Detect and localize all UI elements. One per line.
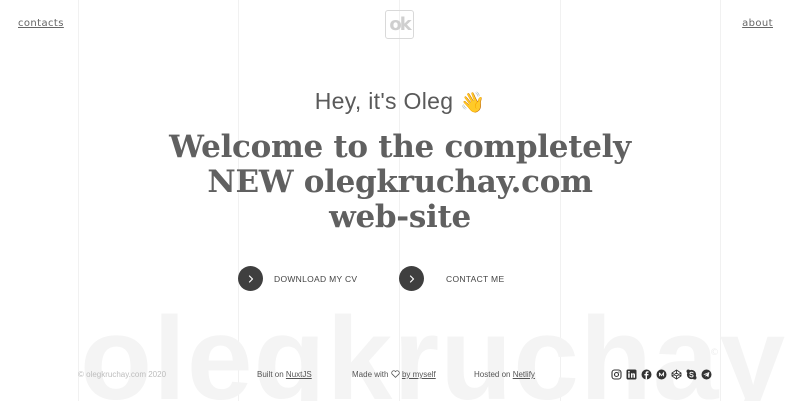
waving-hand-icon: 👋 bbox=[460, 92, 486, 114]
made-with-prefix: Made with bbox=[352, 370, 389, 379]
headline-line: NEW olegkruchay.com bbox=[207, 164, 593, 200]
hosted-on-prefix: Hosted on bbox=[474, 370, 511, 379]
download-cv-button[interactable]: DOWNLOAD MY CV bbox=[238, 266, 357, 291]
chevron-right-icon bbox=[238, 266, 263, 291]
codepen-icon[interactable] bbox=[671, 369, 682, 380]
heart-icon bbox=[391, 370, 400, 380]
facebook-icon[interactable] bbox=[641, 369, 652, 380]
copyright-text: © olegkruchay.com 2020 bbox=[78, 370, 167, 379]
greeting-text: Hey, it's Oleg bbox=[314, 88, 454, 114]
linkedin-icon[interactable] bbox=[626, 369, 637, 380]
by-myself-link[interactable]: by myself bbox=[402, 370, 436, 379]
netlify-link[interactable]: Netlify bbox=[513, 370, 535, 379]
watermark-text: olegkruchay bbox=[80, 293, 787, 401]
grid-line bbox=[78, 0, 79, 401]
built-on-prefix: Built on bbox=[257, 370, 284, 379]
chevron-right-icon bbox=[399, 266, 424, 291]
page-headline: Welcome to the completely NEW olegkrucha… bbox=[150, 130, 650, 235]
social-links bbox=[611, 369, 712, 380]
site-logo[interactable]: ok bbox=[385, 10, 414, 39]
built-on-credit: Built on NuxtJS bbox=[257, 370, 312, 379]
medium-icon[interactable] bbox=[656, 369, 667, 380]
contact-me-button[interactable]: CONTACT ME bbox=[399, 266, 504, 291]
headline-line: web-site bbox=[329, 199, 471, 235]
hosted-on-credit: Hosted on Netlify bbox=[474, 370, 535, 379]
about-link[interactable]: about bbox=[742, 18, 773, 29]
skype-icon[interactable] bbox=[686, 369, 697, 380]
headline-line: Welcome to the completely bbox=[169, 129, 631, 165]
download-cv-label: DOWNLOAD MY CV bbox=[274, 273, 358, 284]
nuxtjs-link[interactable]: NuxtJS bbox=[286, 370, 312, 379]
greeting: Hey, it's Oleg 👋 bbox=[0, 88, 800, 115]
made-with-credit: Made with by myself bbox=[352, 370, 436, 380]
instagram-icon[interactable] bbox=[611, 369, 622, 380]
contacts-link[interactable]: contacts bbox=[18, 18, 64, 29]
contact-me-label: CONTACT ME bbox=[446, 273, 505, 284]
watermark-copyright-mark: © bbox=[710, 348, 719, 358]
telegram-icon[interactable] bbox=[701, 369, 712, 380]
